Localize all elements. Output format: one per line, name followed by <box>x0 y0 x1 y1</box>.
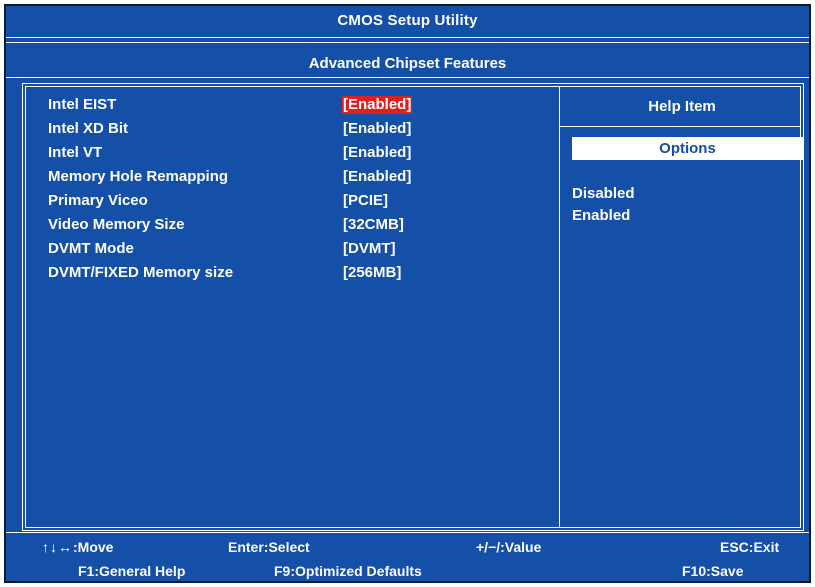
window-title: CMOS Setup Utility <box>6 6 809 34</box>
setting-label: Primary Viceo <box>48 192 148 209</box>
setting-video-memory-size[interactable]: Video Memory Size [32CMB] <box>45 213 545 237</box>
exit-hint: ESC:Exit <box>720 539 780 555</box>
bios-screen: CMOS Setup Utility Advanced Chipset Feat… <box>4 4 811 583</box>
title-divider-2 <box>6 42 809 43</box>
setting-label: Intel EIST <box>48 96 117 113</box>
setting-intel-xd-bit[interactable]: Intel XD Bit [Enabled] <box>45 117 545 141</box>
setting-value[interactable]: [Enabled] <box>342 168 412 186</box>
setting-value[interactable]: [32CMB] <box>342 216 405 234</box>
setting-label: Intel XD Bit <box>48 120 129 137</box>
general-help-hint: F1:General Help <box>78 563 186 579</box>
options-list: Disabled Enabled <box>572 183 635 227</box>
help-divider <box>560 126 801 127</box>
setting-value[interactable]: [Enabled] <box>342 144 412 162</box>
setting-label: Video Memory Size <box>48 216 185 233</box>
settings-list: Intel EIST [Enabled] Intel XD Bit [Enabl… <box>45 93 545 285</box>
title-divider <box>6 37 809 38</box>
setting-label: DVMT/FIXED Memory size <box>48 264 234 281</box>
setting-intel-vt[interactable]: Intel VT [Enabled] <box>45 141 545 165</box>
subtitle-divider <box>6 77 809 78</box>
arrow-keys-icon: ↑↓↔ <box>42 539 73 555</box>
footer-divider <box>6 532 809 533</box>
setting-intel-eist[interactable]: Intel EIST [Enabled] <box>45 93 545 117</box>
move-label: :Move <box>73 539 114 555</box>
setting-value[interactable]: [PCIE] <box>342 192 389 210</box>
setting-label: Intel VT <box>48 144 103 161</box>
option-disabled: Disabled <box>572 185 635 202</box>
help-panel-divider <box>559 86 560 528</box>
key-help-footer: ↑↓↔:Move Enter:Select +/−/:Value ESC:Exi… <box>6 535 809 581</box>
setting-label: Memory Hole Remapping <box>48 168 229 185</box>
setting-value[interactable]: [Enabled] <box>342 96 413 114</box>
setting-dvmt-fixed-memory-size[interactable]: DVMT/FIXED Memory size [256MB] <box>45 261 545 285</box>
setting-memory-hole-remapping[interactable]: Memory Hole Remapping [Enabled] <box>45 165 545 189</box>
setting-dvmt-mode[interactable]: DVMT Mode [DVMT] <box>45 237 545 261</box>
option-enabled: Enabled <box>572 207 631 224</box>
setting-value[interactable]: [Enabled] <box>342 120 412 138</box>
optimized-defaults-hint: F9:Optimized Defaults <box>274 563 422 579</box>
move-hint: ↑↓↔:Move <box>42 539 113 555</box>
setting-label: DVMT Mode <box>48 240 134 257</box>
select-hint: Enter:Select <box>228 539 310 555</box>
page-title: Advanced Chipset Features <box>308 54 507 72</box>
setting-value[interactable]: [DVMT] <box>342 240 397 258</box>
setting-value[interactable]: [256MB] <box>342 264 402 282</box>
help-panel-title: Help Item <box>648 98 716 115</box>
setting-primary-video[interactable]: Primary Viceo [PCIE] <box>45 189 545 213</box>
options-header: Options <box>572 137 803 160</box>
save-hint: F10:Save <box>682 563 744 579</box>
value-hint: +/−/:Value <box>476 539 542 555</box>
